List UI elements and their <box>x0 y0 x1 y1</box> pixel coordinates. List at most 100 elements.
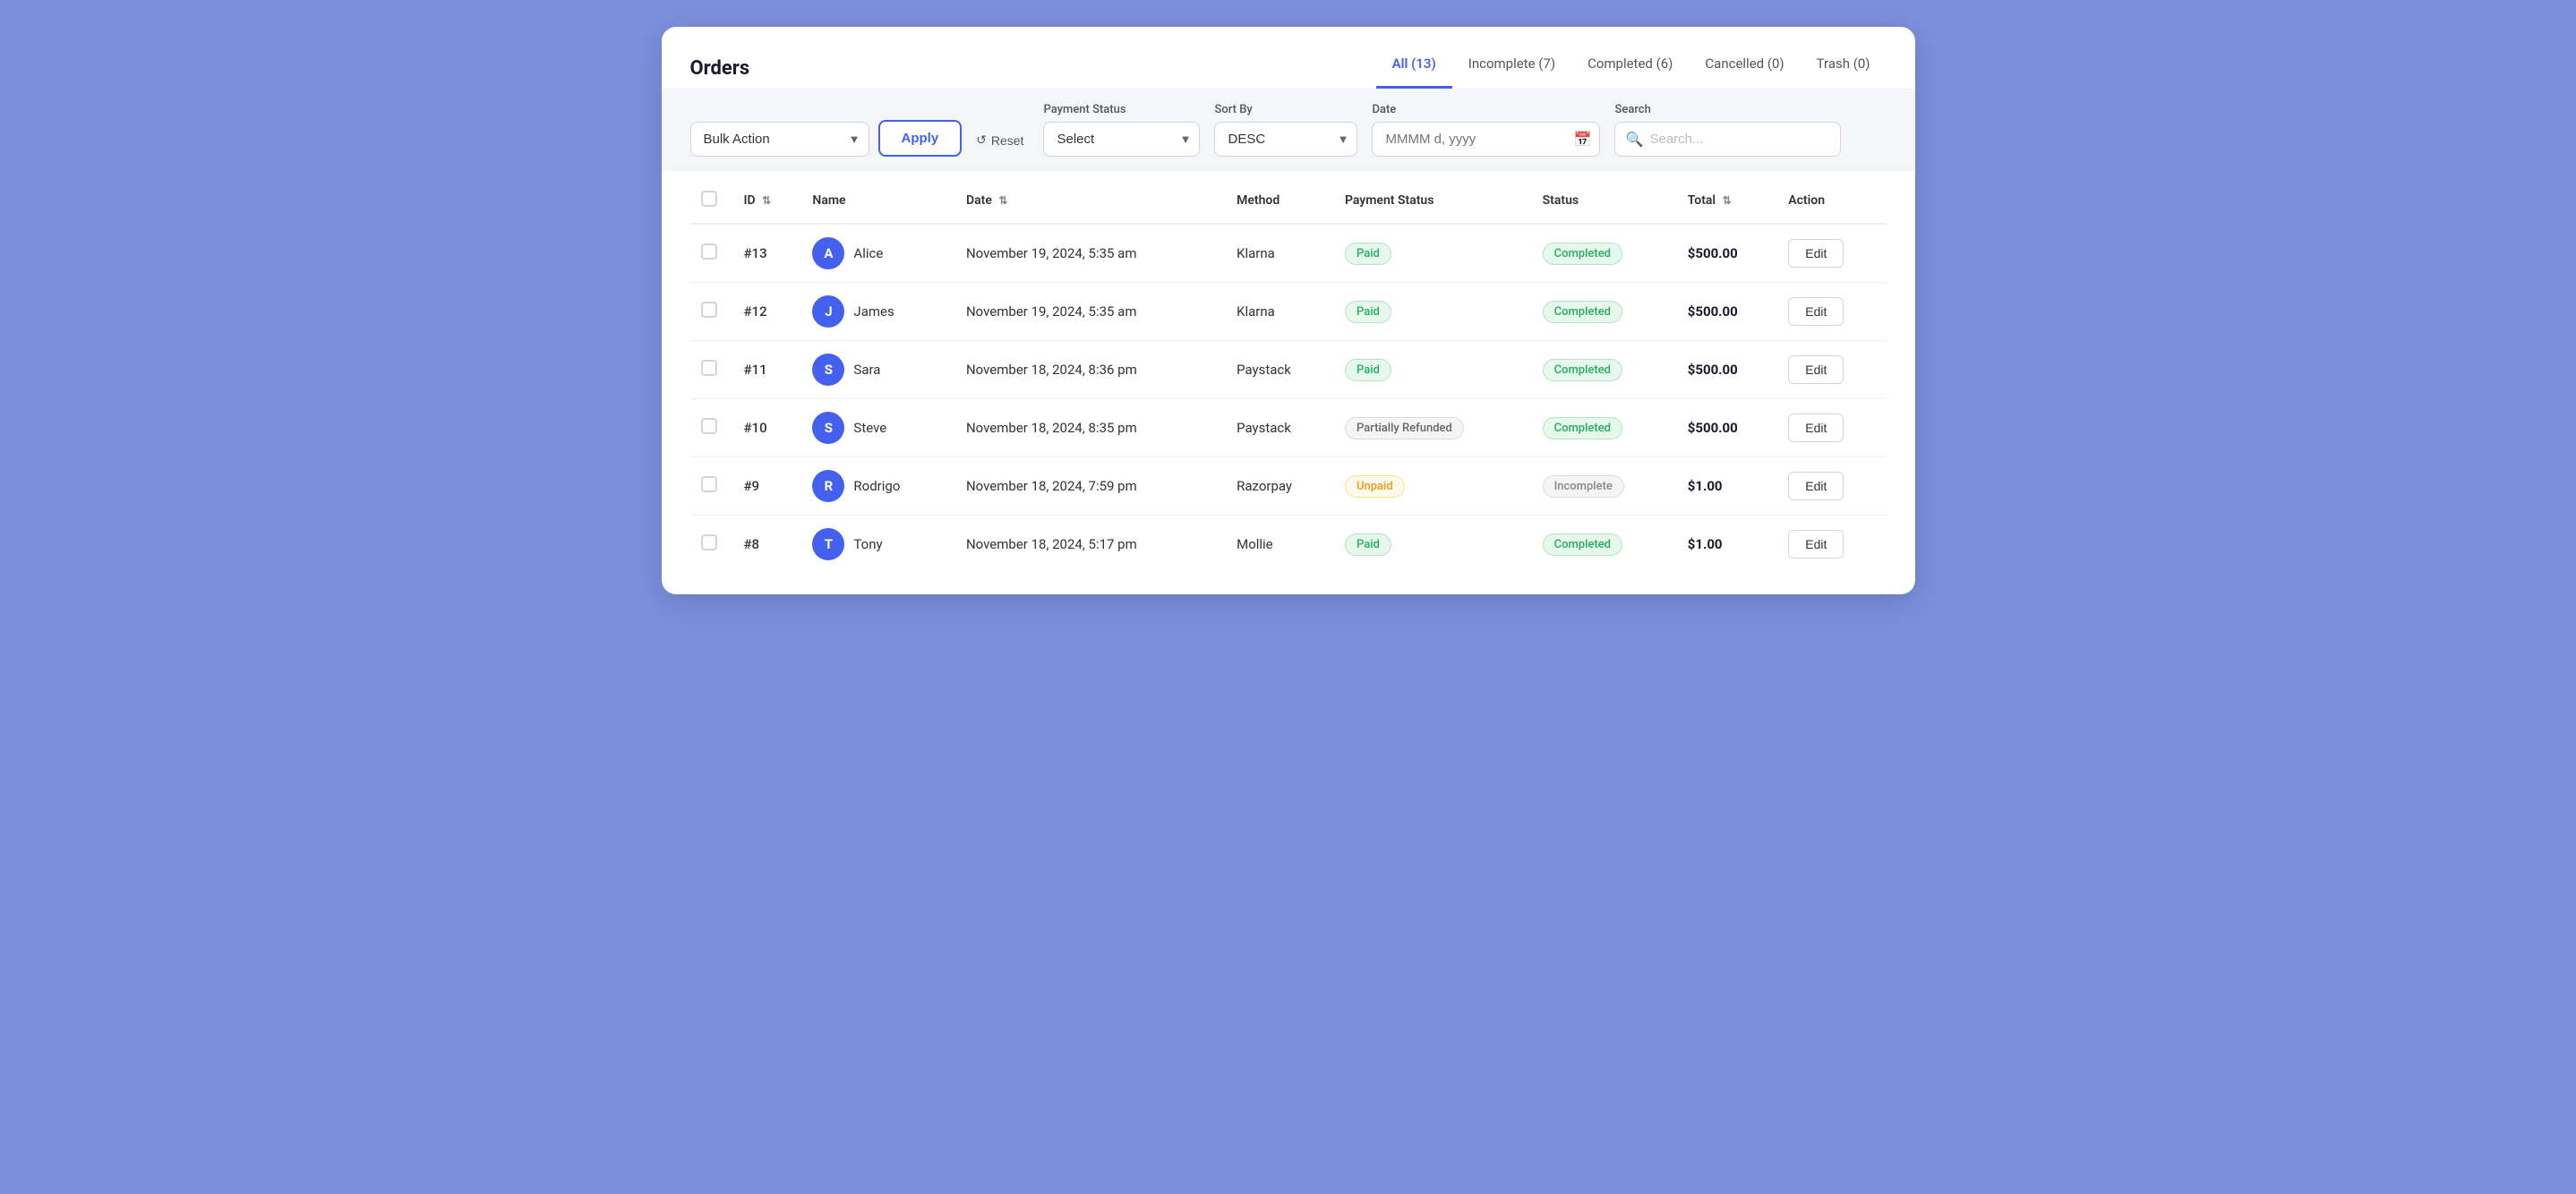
status-badge-1: Completed <box>1543 301 1622 323</box>
search-filter: Search 🔍 <box>1614 103 1841 157</box>
col-method: Method <box>1226 178 1334 224</box>
tab-all[interactable]: All (13) <box>1376 48 1452 89</box>
tab-trash[interactable]: Trash (0) <box>1801 48 1887 89</box>
row-checkbox-1[interactable] <box>701 302 717 318</box>
table-row: #9 R Rodrigo November 18, 2024, 7:59 pm … <box>690 457 1887 516</box>
table-row: #12 J James November 19, 2024, 5:35 am K… <box>690 283 1887 341</box>
row-total-0: $500.00 <box>1677 224 1778 283</box>
row-total-1: $500.00 <box>1677 283 1778 341</box>
tab-completed[interactable]: Completed (6) <box>1571 48 1689 89</box>
payment-status-label: Payment Status <box>1043 103 1200 116</box>
sort-by-label: Sort By <box>1214 103 1357 116</box>
row-method-2: Paystack <box>1226 341 1334 399</box>
table-header-row: ID ⇅ Name Date ⇅ Method Payment Status S… <box>690 178 1887 224</box>
row-status-2: Completed <box>1532 341 1677 399</box>
row-date-3: November 18, 2024, 8:35 pm <box>955 399 1226 457</box>
date-sort-icon[interactable]: ⇅ <box>998 194 1007 207</box>
row-status-4: Incomplete <box>1532 457 1677 516</box>
reset-label: Reset <box>991 133 1024 148</box>
row-date-5: November 18, 2024, 5:17 pm <box>955 516 1226 574</box>
col-id: ID ⇅ <box>733 178 802 224</box>
edit-button-5[interactable]: Edit <box>1788 530 1844 559</box>
row-check-3 <box>690 399 733 457</box>
row-total-2: $500.00 <box>1677 341 1778 399</box>
edit-button-1[interactable]: Edit <box>1788 297 1844 326</box>
status-badge-4: Incomplete <box>1543 475 1624 498</box>
filter-bar: Bulk Action ▼ Apply ↺ Reset Payment Stat… <box>662 89 1915 171</box>
search-label: Search <box>1614 103 1841 116</box>
table-row: #10 S Steve November 18, 2024, 8:35 pm P… <box>690 399 1887 457</box>
payment-status-badge-3: Partially Refunded <box>1345 417 1464 439</box>
table-container: ID ⇅ Name Date ⇅ Method Payment Status S… <box>662 178 1915 594</box>
edit-button-0[interactable]: Edit <box>1788 239 1844 268</box>
tab-cancelled[interactable]: Cancelled (0) <box>1689 48 1800 89</box>
edit-button-4[interactable]: Edit <box>1788 472 1844 500</box>
row-date-1: November 19, 2024, 5:35 am <box>955 283 1226 341</box>
table-row: #8 T Tony November 18, 2024, 5:17 pm Mol… <box>690 516 1887 574</box>
reset-button[interactable]: ↺ Reset <box>971 124 1029 157</box>
status-badge-0: Completed <box>1543 243 1622 265</box>
apply-button[interactable]: Apply <box>878 120 963 157</box>
row-id-2: #11 <box>733 341 802 399</box>
payment-status-badge-0: Paid <box>1345 243 1391 265</box>
row-check-5 <box>690 516 733 574</box>
row-id-5: #8 <box>733 516 802 574</box>
search-wrapper: 🔍 <box>1614 122 1841 157</box>
name-text-1: James <box>853 303 894 320</box>
row-checkbox-0[interactable] <box>701 243 717 260</box>
select-all-col <box>690 178 733 224</box>
table-body: #13 A Alice November 19, 2024, 5:35 am K… <box>690 224 1887 573</box>
edit-button-2[interactable]: Edit <box>1788 355 1844 384</box>
search-input[interactable] <box>1614 122 1841 157</box>
row-checkbox-4[interactable] <box>701 476 717 492</box>
orders-table: ID ⇅ Name Date ⇅ Method Payment Status S… <box>690 178 1887 573</box>
payment-status-badge-1: Paid <box>1345 301 1391 323</box>
date-input[interactable] <box>1372 122 1600 157</box>
status-badge-5: Completed <box>1543 533 1622 556</box>
select-all-checkbox[interactable] <box>701 191 717 207</box>
row-payment-status-5: Paid <box>1334 516 1532 574</box>
payment-status-badge-2: Paid <box>1345 359 1391 381</box>
payment-status-select[interactable]: Select Paid Unpaid Partially Refunded <box>1043 122 1200 157</box>
row-action-0: Edit <box>1777 224 1886 283</box>
id-sort-icon[interactable]: ⇅ <box>762 194 771 207</box>
name-text-3: Steve <box>853 420 886 436</box>
row-date-0: November 19, 2024, 5:35 am <box>955 224 1226 283</box>
row-name-0: A Alice <box>801 224 955 283</box>
row-payment-status-4: Unpaid <box>1334 457 1532 516</box>
row-id-0: #13 <box>733 224 802 283</box>
date-input-wrapper: 📅 <box>1372 122 1600 157</box>
row-checkbox-5[interactable] <box>701 534 717 550</box>
payment-status-badge-4: Unpaid <box>1345 475 1405 498</box>
status-badge-3: Completed <box>1543 417 1622 439</box>
avatar-5: T <box>812 528 844 560</box>
avatar-1: J <box>812 295 844 328</box>
total-sort-icon[interactable]: ⇅ <box>1723 194 1732 207</box>
table-head: ID ⇅ Name Date ⇅ Method Payment Status S… <box>690 178 1887 224</box>
row-status-1: Completed <box>1532 283 1677 341</box>
avatar-4: R <box>812 470 844 502</box>
row-status-5: Completed <box>1532 516 1677 574</box>
tab-incomplete[interactable]: Incomplete (7) <box>1452 48 1571 89</box>
tab-bar: All (13)Incomplete (7)Completed (6)Cance… <box>1376 48 1887 89</box>
sort-by-wrapper: DESC ASC ▼ <box>1214 122 1357 157</box>
date-label: Date <box>1372 103 1600 116</box>
avatar-3: S <box>812 412 844 444</box>
sort-by-select[interactable]: DESC ASC <box>1214 122 1357 157</box>
row-id-4: #9 <box>733 457 802 516</box>
row-check-4 <box>690 457 733 516</box>
row-check-2 <box>690 341 733 399</box>
row-checkbox-2[interactable] <box>701 360 717 376</box>
row-method-5: Mollie <box>1226 516 1334 574</box>
row-action-2: Edit <box>1777 341 1886 399</box>
row-checkbox-3[interactable] <box>701 418 717 434</box>
reset-icon: ↺ <box>976 132 987 148</box>
row-action-3: Edit <box>1777 399 1886 457</box>
name-text-4: Rodrigo <box>853 478 900 494</box>
sort-by-filter: Sort By DESC ASC ▼ <box>1214 103 1357 157</box>
payment-status-wrapper: Select Paid Unpaid Partially Refunded ▼ <box>1043 122 1200 157</box>
name-text-2: Sara <box>853 362 880 378</box>
bulk-action-select[interactable]: Bulk Action <box>690 122 869 157</box>
row-status-0: Completed <box>1532 224 1677 283</box>
edit-button-3[interactable]: Edit <box>1788 414 1844 442</box>
